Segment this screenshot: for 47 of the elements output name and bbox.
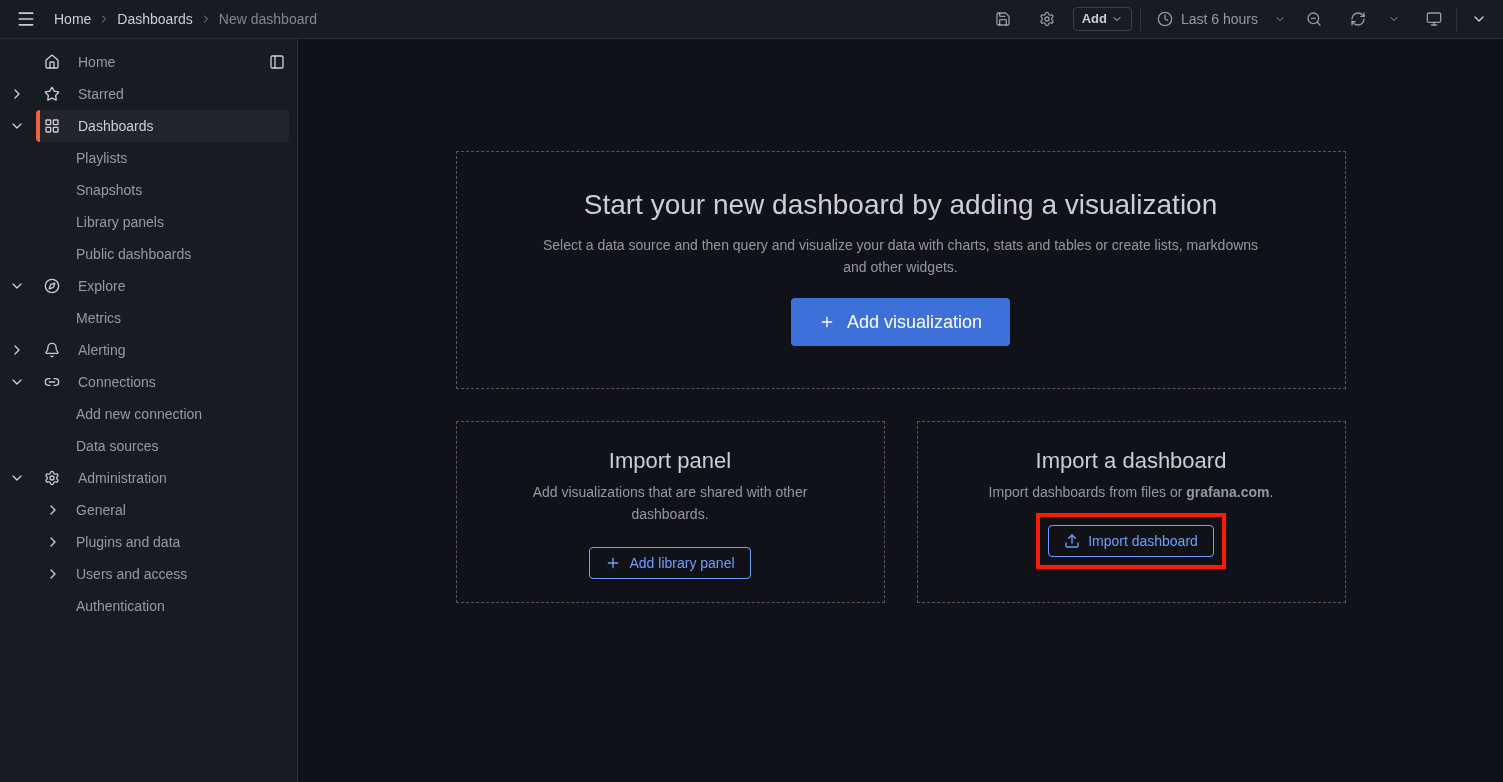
sidebar-item[interactable]: Connections: [36, 366, 289, 398]
sidebar-item[interactable]: Library panels: [72, 206, 289, 238]
breadcrumb-link[interactable]: Home: [54, 8, 92, 30]
clock-icon: [1156, 11, 1173, 27]
import-dashboard-button[interactable]: Import dashboard: [1048, 525, 1214, 557]
zoom-out-icon[interactable]: [1306, 11, 1322, 27]
card-title: Import a dashboard: [1035, 447, 1227, 475]
sidebar-item[interactable]: Alerting: [36, 334, 289, 366]
save-icon[interactable]: [994, 11, 1011, 27]
add-visualization-button[interactable]: Add visualization: [790, 298, 1011, 346]
breadcrumb-link[interactable]: Dashboards: [117, 8, 193, 30]
sidebar-item[interactable]: General: [72, 494, 289, 526]
add-button[interactable]: Add: [1072, 7, 1132, 31]
sidebar-item[interactable]: Add new connection: [72, 398, 289, 430]
sidebar-item[interactable]: Data sources: [72, 430, 289, 462]
time-range-picker[interactable]: Last 6 hours: [1148, 8, 1294, 30]
sidebar-item[interactable]: Snapshots: [72, 174, 289, 206]
dock-icon[interactable]: [269, 54, 285, 70]
sidebar-item[interactable]: Dashboards: [36, 110, 289, 142]
card-description: Add visualizations that are shared with other dashboards.: [531, 483, 809, 524]
home-icon: [44, 54, 60, 70]
sidebar-item[interactable]: Authentication: [72, 590, 289, 622]
sidebar-item[interactable]: Public dashboards: [72, 238, 289, 270]
menu-icon[interactable]: [16, 9, 36, 29]
hero-title: Start your new dashboard by adding a visualization: [583, 188, 1218, 222]
sidebar-item[interactable]: Starred: [36, 78, 289, 110]
sidebar-item[interactable]: Administration: [36, 462, 289, 494]
hero-description: Select a data source and then query and visualize your data with charts, stats and tables or create lists, markdowns and other widgets.: [541, 236, 1260, 277]
compass-icon: [44, 278, 60, 294]
refresh-icon[interactable]: [1350, 11, 1366, 27]
grid-icon: [44, 118, 60, 134]
card-description: Import dashboards from files or grafana.com.: [987, 483, 1275, 502]
star-icon: [44, 86, 60, 102]
sidebar-item[interactable]: Plugins and data: [72, 526, 289, 558]
add-library-panel-button[interactable]: Add library panel: [589, 547, 751, 579]
settings-icon: [44, 470, 60, 486]
card-title: Import panel: [608, 447, 732, 475]
sidebar-item[interactable]: Metrics: [72, 302, 289, 334]
upload-icon: [1064, 533, 1081, 549]
bell-icon: [44, 342, 60, 358]
sidebar-item[interactable]: Explore: [36, 270, 289, 302]
monitor-icon[interactable]: [1426, 11, 1442, 27]
sidebar-item[interactable]: Users and access: [72, 558, 289, 590]
sidebar-item[interactable]: Home: [36, 46, 289, 78]
sidebar-item[interactable]: Playlists: [72, 142, 289, 174]
settings-icon[interactable]: [1038, 11, 1055, 27]
breadcrumb-link[interactable]: New dashboard: [218, 8, 317, 30]
